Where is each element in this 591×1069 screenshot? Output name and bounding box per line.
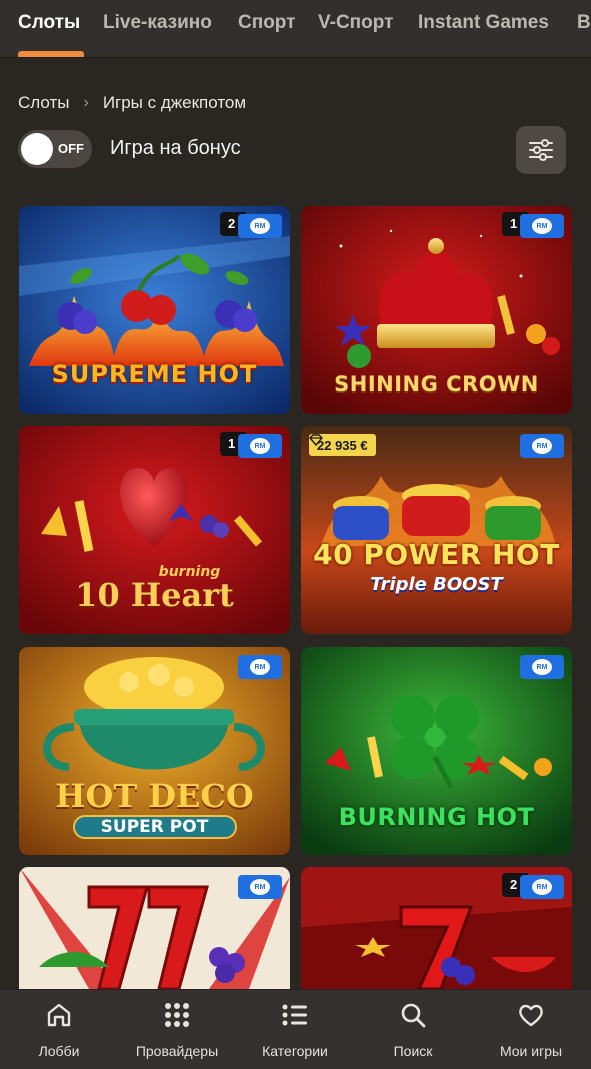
rm-badge: RM — [520, 875, 564, 899]
chevron-right-icon: › — [83, 94, 89, 111]
game-tile-burning-hot[interactable]: BURNING HOT RM — [301, 647, 572, 855]
game-tile-shining-crown[interactable]: SHINING CROWN 1 RM — [301, 206, 572, 414]
jackpot-badge: 22 935 € — [309, 434, 376, 456]
bonus-toggle-label: Игра на бонус — [110, 137, 241, 159]
rm-badge: RM — [520, 214, 564, 238]
bottom-navigation: Лобби Провайдеры Категории Поиск Мои игр… — [0, 989, 591, 1069]
breadcrumb: Слоты › Игры с джекпотом — [18, 92, 246, 114]
nav-categories[interactable]: Категории — [236, 990, 354, 1069]
tab-partial[interactable]: В — [577, 12, 591, 34]
rm-badge: RM — [238, 655, 282, 679]
sliders-icon — [529, 139, 553, 161]
tab-live-casino[interactable]: Live-казино — [103, 12, 212, 34]
game-title: HOT DECO — [55, 777, 254, 815]
nav-label: Категории — [262, 1043, 328, 1059]
tab-slots[interactable]: Слоты — [18, 12, 80, 34]
filter-button[interactable] — [516, 126, 566, 174]
game-subtitle: SUPER POT — [100, 817, 209, 837]
rm-label: RM — [250, 438, 270, 454]
rm-label: RM — [532, 438, 552, 454]
jackpot-amount: 22 935 € — [317, 437, 368, 453]
game-subtitle: Triple BOOST — [370, 574, 503, 595]
game-tile-10-burning-heart[interactable]: burning 10 Heart 1 RM — [19, 426, 290, 634]
tab-sport[interactable]: Спорт — [238, 12, 295, 34]
rm-label: RM — [532, 879, 552, 895]
toggle-knob — [21, 133, 53, 165]
nav-label: Мои игры — [499, 1043, 563, 1059]
nav-label: Лобби — [38, 1043, 80, 1059]
breadcrumb-current: Игры с джекпотом — [102, 93, 247, 112]
rm-label: RM — [532, 659, 552, 675]
tab-instant-games[interactable]: Instant Games — [418, 12, 549, 34]
rm-label: RM — [250, 659, 270, 675]
breadcrumb-root[interactable]: Слоты — [18, 93, 69, 113]
game-tile-hot-deco[interactable]: HOT DECO SUPER POT RM — [19, 647, 290, 855]
game-tile-supreme-hot[interactable]: SUPREME HOT 2 RM — [19, 206, 290, 414]
rm-label: RM — [250, 879, 270, 895]
rm-badge: RM — [238, 875, 282, 899]
nav-my-games[interactable]: Мои игры — [472, 990, 590, 1069]
bonus-toggle[interactable]: OFF — [18, 130, 92, 168]
top-category-tabs: Слоты Live-казино Спорт V-Спорт Instant … — [0, 0, 591, 58]
nav-search[interactable]: Поиск — [354, 990, 472, 1069]
rm-label: RM — [250, 218, 270, 234]
tab-v-sport[interactable]: V-Спорт — [318, 12, 393, 34]
home-icon — [43, 999, 75, 1031]
nav-lobby[interactable]: Лобби — [0, 990, 118, 1069]
nav-label: Поиск — [393, 1043, 433, 1059]
rm-badge: RM — [238, 214, 282, 238]
game-title: BURNING HOT — [338, 803, 535, 831]
game-title: SHINING CROWN — [334, 372, 539, 396]
rm-badge: RM — [238, 434, 282, 458]
rm-label: RM — [532, 218, 552, 234]
list-icon — [279, 999, 311, 1031]
diamond-icon — [309, 434, 323, 446]
game-tile-40-power-hot[interactable]: 40 POWER HOT Triple BOOST 22 935 € RM — [301, 426, 572, 634]
rm-badge: RM — [520, 655, 564, 679]
game-title: 40 POWER HOT — [313, 538, 560, 571]
active-tab-indicator — [18, 51, 84, 57]
grid-icon — [161, 999, 193, 1031]
nav-label: Провайдеры — [135, 1043, 219, 1059]
game-tile-7[interactable]: 2 RM — [301, 867, 572, 989]
nav-providers[interactable]: Провайдеры — [118, 990, 236, 1069]
heart-icon — [515, 999, 547, 1031]
search-icon — [397, 999, 429, 1031]
toggle-state: OFF — [58, 141, 84, 156]
game-tile-77[interactable]: RM — [19, 867, 290, 989]
game-title: 10 Heart — [75, 576, 234, 614]
game-title: SUPREME HOT — [51, 360, 258, 388]
rm-badge: RM — [520, 434, 564, 458]
